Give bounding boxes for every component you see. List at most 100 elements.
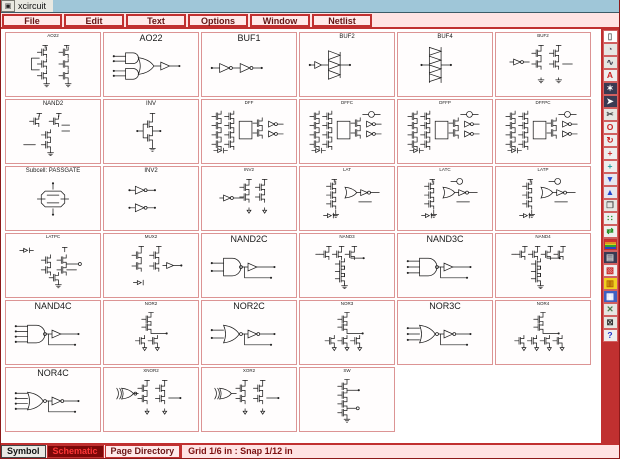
- library-cell-latp[interactable]: LATP: [495, 166, 591, 231]
- status-message: Grid 1/6 in : Snap 1/12 in: [180, 445, 619, 458]
- library-cell-nor4[interactable]: NOR4: [495, 300, 591, 365]
- nand2s-schematic-drawing: [23, 113, 70, 157]
- pagedir-icon[interactable]: ▦: [602, 290, 618, 303]
- window-menu-icon[interactable]: ▣: [1, 0, 15, 12]
- flip-horizontal-icon[interactable]: +: [602, 147, 618, 160]
- join-icon[interactable]: ∷: [602, 212, 618, 225]
- buf1-schematic-drawing: [210, 63, 263, 74]
- library-cell-latpc[interactable]: LATPC: [5, 233, 101, 298]
- cut-icon[interactable]: ⊠: [602, 316, 618, 329]
- library-canvas[interactable]: AO22 AO22 BUF1 BUF2 BUF4 BUF2 NAND2 INV DFF DFFC D…: [1, 29, 601, 443]
- library-cell-dffpc[interactable]: DFFPC: [495, 99, 591, 164]
- latc-schematic-drawing: [519, 177, 576, 219]
- xcircuit-window: ▣ xcircuit File Edit Text Options Window Netl…: [0, 0, 620, 459]
- copy-icon[interactable]: ❐: [602, 199, 618, 212]
- move-icon[interactable]: ➤: [602, 95, 618, 108]
- library-cell-inv2[interactable]: INV2: [201, 166, 297, 231]
- flip-vertical-icon[interactable]: +: [602, 160, 618, 173]
- page-icon[interactable]: ▯: [602, 30, 618, 43]
- dffc-schematic-drawing: [505, 110, 578, 154]
- library-cell-ao22[interactable]: AO22: [103, 32, 199, 97]
- library-cell-nor4c[interactable]: NOR4C: [5, 367, 101, 432]
- menu-window[interactable]: Window: [250, 14, 310, 27]
- library-cell-buf2[interactable]: BUF2: [495, 32, 591, 97]
- library-cell-xnor2[interactable]: XNOR2: [103, 367, 199, 432]
- nor4c-schematic-drawing: [14, 392, 80, 414]
- titlebar-drag-strip[interactable]: [53, 0, 619, 12]
- help-icon[interactable]: ?: [602, 329, 618, 342]
- library-cell-nor2c[interactable]: NOR2C: [201, 300, 297, 365]
- nand4c-schematic-drawing: [14, 325, 80, 347]
- menu-file[interactable]: File: [2, 14, 62, 27]
- main-area: AO22 AO22 BUF1 BUF2 BUF4 BUF2 NAND2 INV DFF DFFC D…: [1, 29, 619, 443]
- delete-icon[interactable]: ✂: [602, 108, 618, 121]
- library-cell-buf1[interactable]: BUF1: [201, 32, 297, 97]
- library-cell-nor2[interactable]: NOR2: [103, 300, 199, 365]
- fill-icon[interactable]: ▧: [602, 264, 618, 277]
- library-cell-lat[interactable]: LAT: [299, 166, 395, 231]
- nand3c-schematic-drawing: [406, 258, 472, 280]
- library-cell-inv2[interactable]: INV2: [103, 166, 199, 231]
- inv2s-schematic-drawing: [219, 178, 268, 214]
- menu-edit[interactable]: Edit: [64, 14, 124, 27]
- library-cell-nand2[interactable]: NAND2: [5, 99, 101, 164]
- library-icon[interactable]: ▥: [602, 277, 618, 290]
- menu-netlist[interactable]: Netlist: [312, 14, 372, 27]
- menu-text[interactable]: Text: [126, 14, 186, 27]
- library-cell-latc[interactable]: LATC: [397, 166, 493, 231]
- dffc-schematic-drawing: [309, 110, 382, 154]
- borders-icon[interactable]: ▤: [602, 251, 618, 264]
- lat-schematic-drawing: [323, 178, 380, 219]
- library-cell-buf4[interactable]: BUF4: [397, 32, 493, 97]
- library-cell-ao22[interactable]: AO22: [5, 32, 101, 97]
- ellipse-icon[interactable]: O: [602, 121, 618, 134]
- library-cell-nand3[interactable]: NAND3: [299, 233, 395, 298]
- dff-schematic-drawing: [211, 110, 284, 154]
- nor3s-schematic-drawing: [324, 311, 364, 351]
- mode-button-symbol[interactable]: Symbol: [1, 445, 46, 458]
- nand3s-schematic-drawing: [315, 245, 365, 289]
- library-cell-xor2[interactable]: XOR2: [201, 367, 297, 432]
- latc-schematic-drawing: [421, 177, 478, 219]
- library-cell-mux2[interactable]: MUX2: [103, 233, 199, 298]
- xnor2s-schematic-drawing: [116, 379, 182, 415]
- cell-label: NAND3C: [426, 234, 464, 244]
- library-cell-nor3c[interactable]: NOR3C: [397, 300, 493, 365]
- window-title: xcircuit: [15, 0, 54, 12]
- push-icon[interactable]: ▼: [602, 173, 618, 186]
- nor4s-schematic-drawing: [514, 311, 565, 351]
- library-cell-nand4c[interactable]: NAND4C: [5, 300, 101, 365]
- library-cell-sw[interactable]: SW: [299, 367, 395, 432]
- yank-icon[interactable]: ✕: [602, 303, 618, 316]
- library-cell-dffc[interactable]: DFFC: [299, 99, 395, 164]
- pop-icon[interactable]: ▲: [602, 186, 618, 199]
- library-cell-inv[interactable]: INV: [103, 99, 199, 164]
- buf2-schematic-drawing: [308, 50, 352, 81]
- library-cell-nand4[interactable]: NAND4: [495, 233, 591, 298]
- buf2s-schematic-drawing: [509, 44, 573, 83]
- xor2s-schematic-drawing: [214, 379, 280, 415]
- pan-icon[interactable]: ◔: [602, 43, 618, 56]
- text-icon[interactable]: A: [602, 69, 618, 82]
- dffc-schematic-drawing: [407, 110, 480, 154]
- colors-icon[interactable]: [602, 238, 618, 251]
- menu-options[interactable]: Options: [188, 14, 248, 27]
- library-cell-dffp[interactable]: DFFP: [397, 99, 493, 164]
- spline-icon[interactable]: ∿: [602, 56, 618, 69]
- cell-label: NAND4C: [34, 301, 72, 311]
- nand2c-schematic-drawing: [210, 258, 276, 280]
- sws-schematic-drawing: [337, 378, 360, 423]
- mode-button-page-directory[interactable]: Page Directory: [104, 445, 181, 458]
- library-cell-nand2c[interactable]: NAND2C: [201, 233, 297, 298]
- library-cell-buf2[interactable]: BUF2: [299, 32, 395, 97]
- library-cell-nand3c[interactable]: NAND3C: [397, 233, 493, 298]
- library-cell-nor3[interactable]: NOR3: [299, 300, 395, 365]
- library-cell-dff[interactable]: DFF: [201, 99, 297, 164]
- polygon-icon[interactable]: ✶: [602, 82, 618, 95]
- cell-label: AO22: [139, 33, 163, 43]
- mode-button-schematic[interactable]: Schematic: [46, 445, 104, 458]
- library-cell-subcell-passgate[interactable]: Subcell: PASSGATE: [5, 166, 101, 231]
- rotate-icon[interactable]: ↻: [602, 134, 618, 147]
- unjoin-icon[interactable]: ⇄: [602, 225, 618, 238]
- mux2-schematic-drawing: [131, 245, 183, 286]
